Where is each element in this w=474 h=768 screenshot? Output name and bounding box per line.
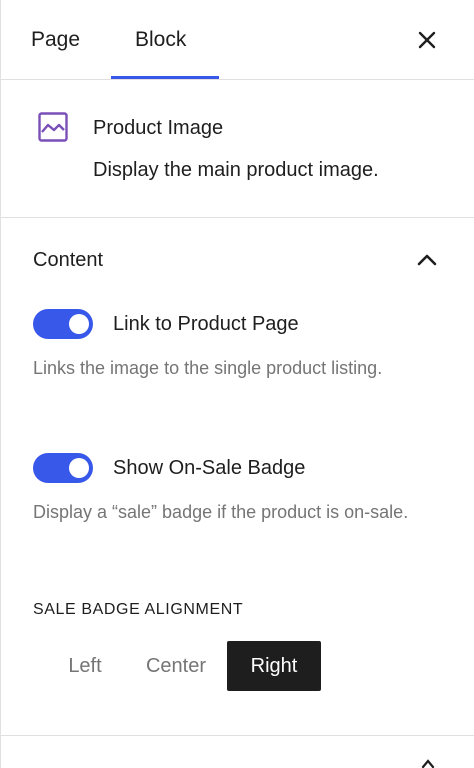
sidebar-header: Page Block	[1, 0, 474, 80]
tab-page[interactable]: Page	[31, 0, 80, 80]
close-button[interactable]	[413, 26, 441, 54]
chevron-up-icon	[417, 254, 437, 266]
link-to-product-help: Links the image to the single product li…	[33, 358, 383, 378]
sale-badge-alignment-label: SALE BADGE ALIGNMENT	[33, 601, 244, 618]
active-tab-indicator	[111, 76, 219, 79]
block-title: Product Image	[93, 117, 224, 139]
alignment-option-center[interactable]: Center	[125, 641, 227, 691]
toggle-knob	[69, 314, 89, 334]
image-icon	[38, 112, 68, 142]
show-sale-badge-help: Display a “sale” badge if the product is…	[33, 502, 409, 522]
content-panel-title[interactable]: Content	[33, 248, 103, 272]
tab-block[interactable]: Block	[135, 0, 186, 80]
close-icon	[418, 31, 436, 49]
show-sale-badge-toggle[interactable]	[33, 453, 93, 483]
next-panel-header[interactable]	[1, 736, 474, 768]
link-to-product-label[interactable]: Link to Product Page	[113, 312, 299, 336]
chevron-up-icon	[421, 759, 435, 768]
block-card: Product Image Display the main product i…	[1, 80, 474, 218]
toggle-knob	[69, 458, 89, 478]
link-to-product-toggle[interactable]	[33, 309, 93, 339]
content-panel: Content Link to Product Page Links the i…	[1, 218, 474, 736]
content-panel-toggle[interactable]	[413, 246, 441, 274]
alignment-option-right[interactable]: Right	[227, 641, 321, 691]
block-inspector-sidebar: Page Block Product Image Display the mai…	[0, 0, 474, 768]
show-sale-badge-label[interactable]: Show On-Sale Badge	[113, 456, 305, 480]
alignment-toggle-group: Left Center Right	[45, 641, 321, 691]
alignment-option-left[interactable]: Left	[45, 641, 125, 691]
block-description: Display the main product image.	[93, 159, 379, 181]
